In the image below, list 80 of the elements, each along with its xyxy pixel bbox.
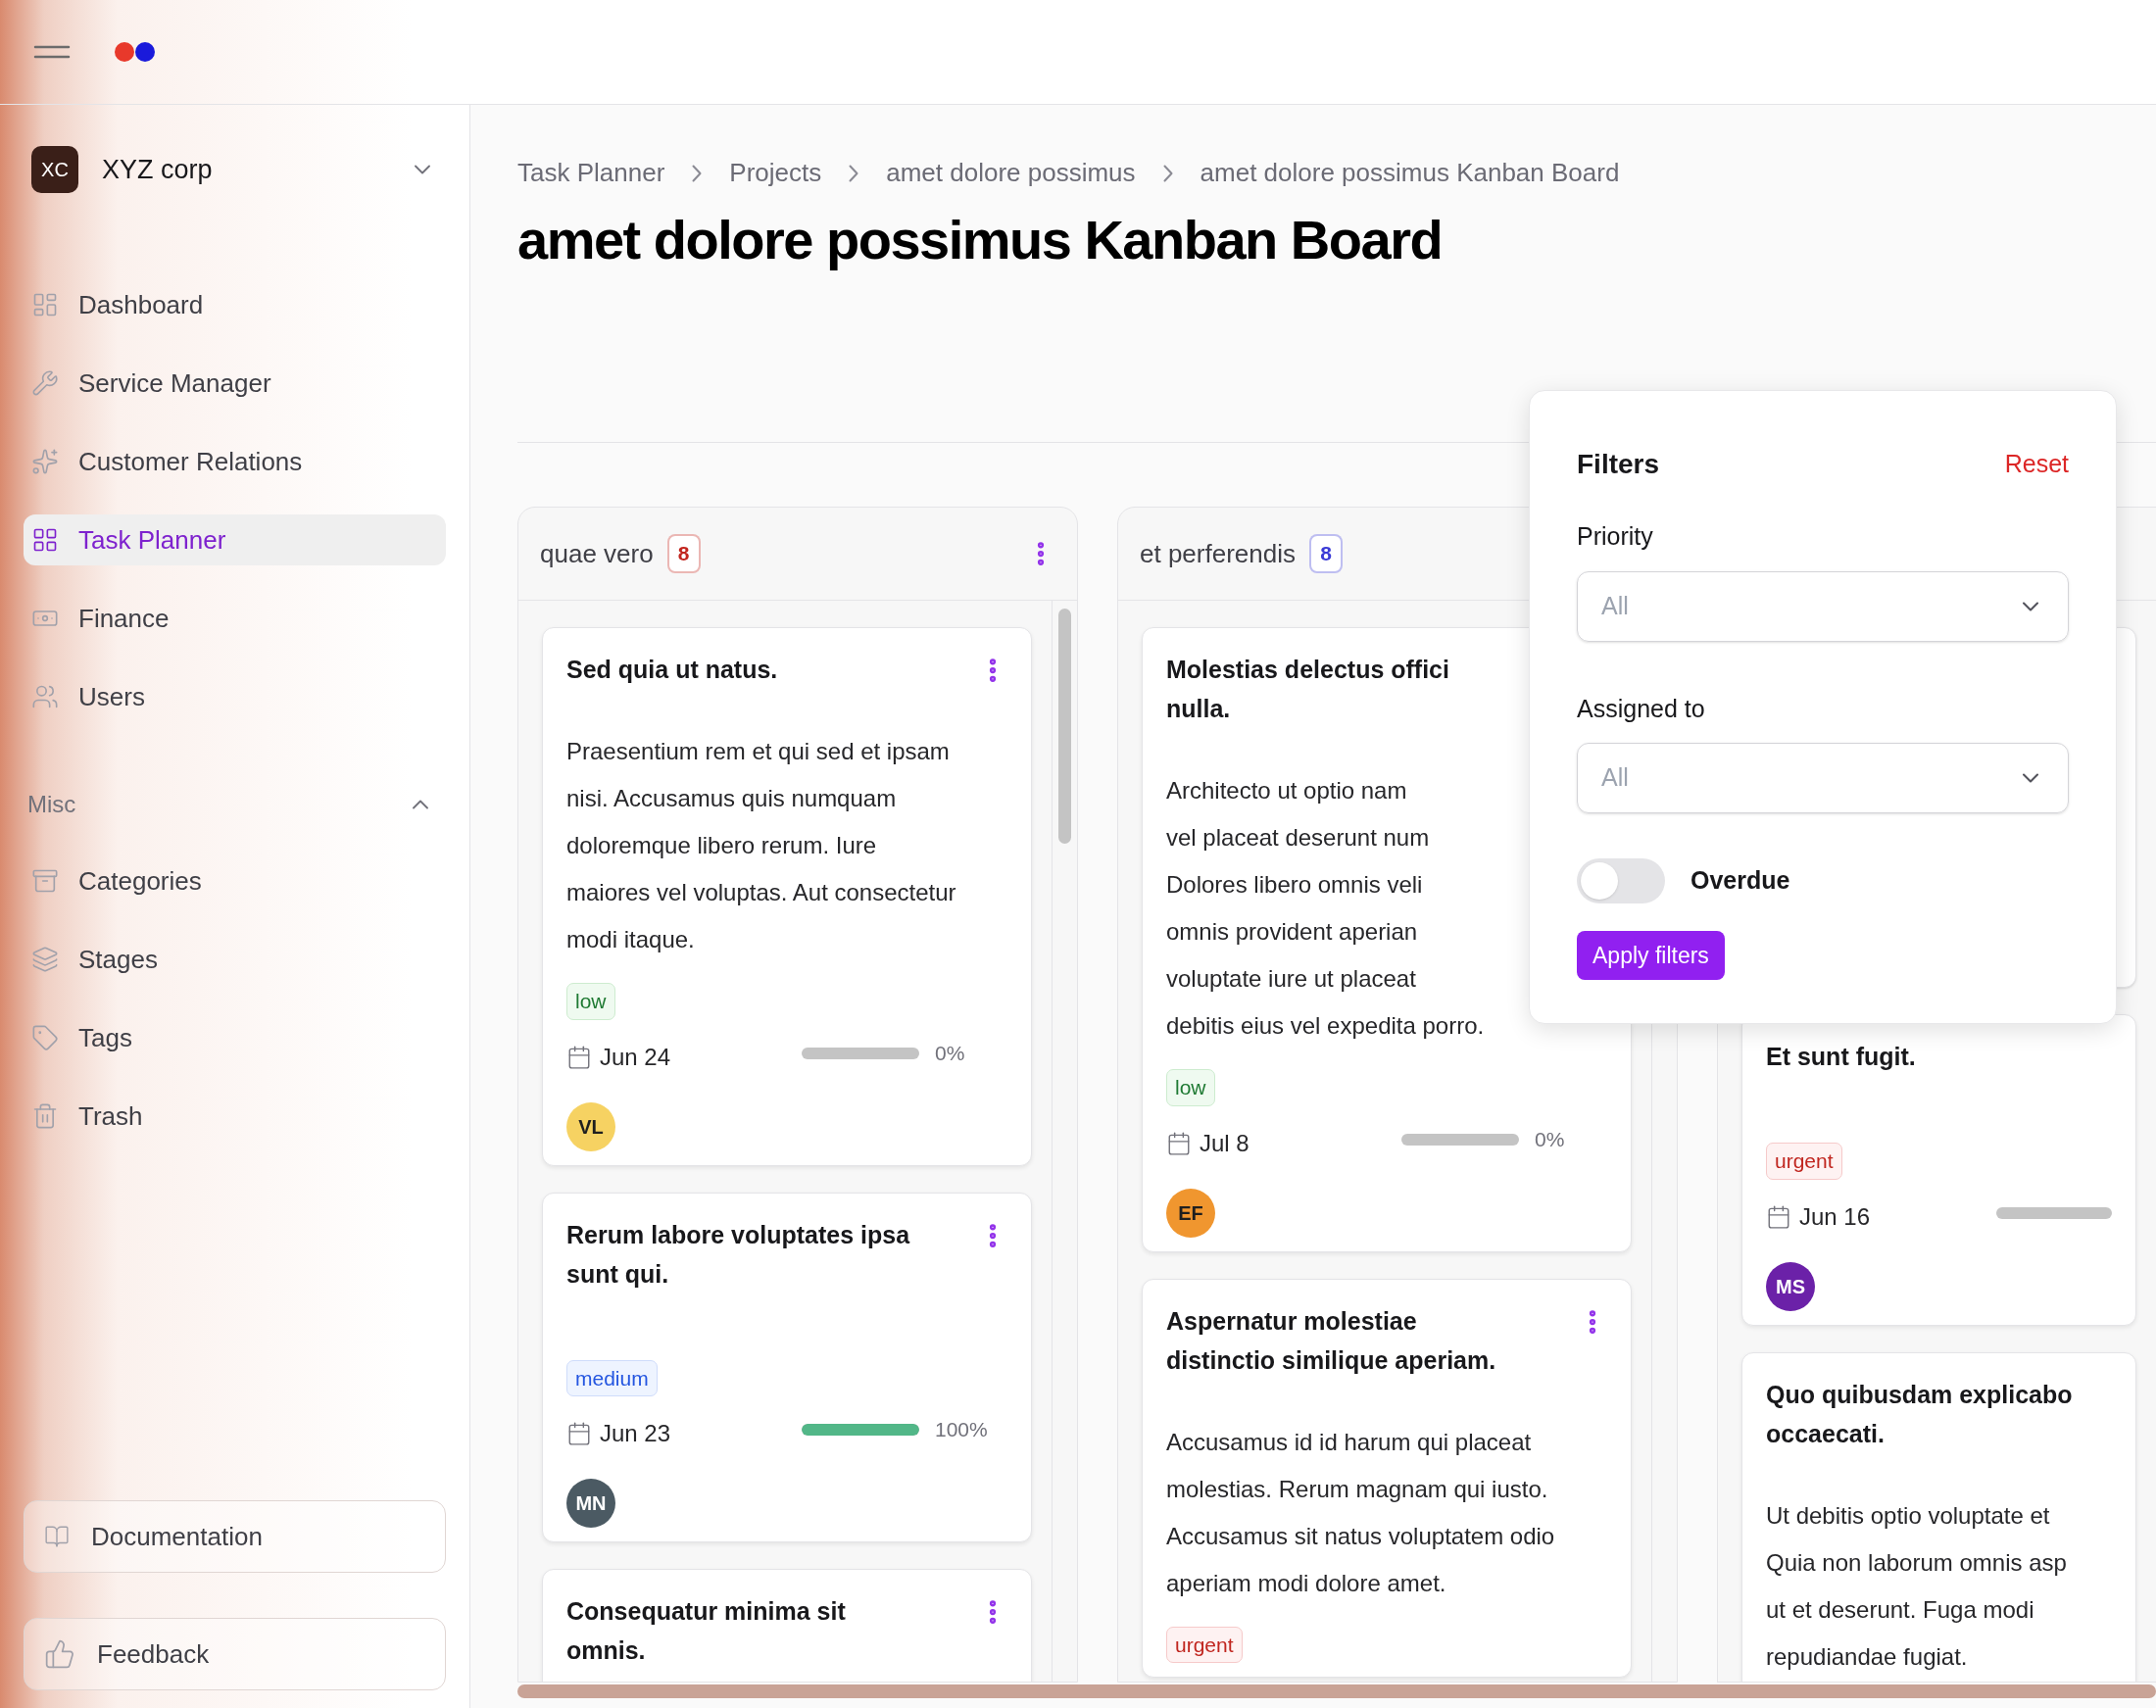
chevron-right-icon	[692, 164, 703, 182]
card-description: Architecto ut optio nam vel placeat deserunt num Dolores libero omnis veli omnis provident aperian voluptate iure ut placeat debitis eius vel expedita porro.	[1166, 776, 1485, 1041]
nav-item[interactable]: Trash	[24, 1091, 446, 1142]
nav-item[interactable]: Stages	[24, 934, 446, 985]
card-title: Aspernatur molestiae distinctio similique aperiam.	[1166, 1305, 1496, 1376]
nav-item[interactable]: Users	[24, 671, 446, 722]
thumbs-up-icon	[44, 1638, 75, 1670]
avatar: VL	[566, 1101, 615, 1151]
due-date: Jun 23	[600, 1419, 671, 1448]
card-description: Accusamus id id harum qui placeat molestias. Rerum magnam qui iusto. Accusamus sit natus voluptatem odio aperiam modi dolore amet.	[1166, 1427, 1555, 1598]
card-title: Sed quia ut natus.	[566, 655, 778, 685]
calendar-icon	[566, 1044, 592, 1070]
calendar-icon	[566, 1421, 592, 1446]
users-icon	[31, 683, 59, 710]
field-label: Priority	[1577, 521, 1654, 552]
priority-tag: medium	[566, 1359, 658, 1396]
due-date: Jun 16	[1799, 1201, 1871, 1232]
avatar: MS	[1766, 1261, 1815, 1311]
card-description: Praesentium rem et qui sed et ipsam nisi. Accusamus quis numquam doloremque libero rerum. Iure maiores vel voluptas. Aut consectetur modi itaque.	[566, 737, 956, 954]
column-title: et perferendis	[1140, 537, 1296, 570]
toggle-label: Overdue	[1690, 865, 1790, 897]
card-title: Rerum labore voluptates ipsa sunt qui.	[566, 1219, 910, 1290]
toggle-switch[interactable]	[1577, 858, 1665, 903]
nav-item[interactable]: Service Manager	[24, 358, 446, 409]
sparkles-icon	[31, 448, 59, 475]
apply-button[interactable]: Apply filters	[1577, 931, 1725, 980]
trash-icon	[31, 1102, 59, 1130]
nav-item[interactable]: Customer Relations	[24, 436, 446, 487]
nav-item[interactable]: Finance	[24, 593, 446, 644]
tag-icon	[31, 1024, 59, 1051]
avatar: MN	[566, 1479, 615, 1528]
nav-item[interactable]: Categories	[24, 855, 446, 906]
due-date: Jun 24	[600, 1042, 671, 1072]
org-name: XYZ corp	[102, 153, 214, 186]
priority-tag: low	[566, 983, 615, 1020]
section-label: Misc	[27, 790, 76, 819]
sidebar-button[interactable]: Documentation	[24, 1500, 446, 1573]
logo-icon	[114, 41, 157, 63]
grid-icon	[31, 526, 59, 554]
chevron-right-icon	[849, 164, 859, 182]
nav-item[interactable]: Dashboard	[24, 279, 446, 330]
priority-tag: urgent	[1166, 1626, 1243, 1663]
sidebar-button[interactable]: Feedback	[24, 1618, 446, 1690]
avatar: EF	[1166, 1188, 1215, 1238]
card-title: Et sunt fugit.	[1766, 1042, 1916, 1072]
nav-item[interactable]: Tags	[24, 1012, 446, 1063]
progress-percent: 0%	[1535, 1126, 1565, 1152]
popover-title: Filters	[1577, 448, 1660, 481]
page-title: amet dolore possimus Kanban Board	[517, 208, 1444, 272]
wrench-icon	[31, 369, 59, 397]
breadcrumb-link[interactable]: Task Planner	[517, 154, 665, 192]
count-badge: 8	[1309, 534, 1343, 573]
progress-percent: 100%	[935, 1417, 988, 1443]
scrollbar-thumb[interactable]	[1058, 609, 1071, 844]
progress-percent: 0%	[935, 1040, 965, 1066]
breadcrumb-link[interactable]: Projects	[729, 154, 822, 192]
org-avatar: XC	[31, 146, 78, 193]
field-label: Assigned to	[1577, 693, 1706, 724]
chevron-right-icon	[1162, 164, 1173, 182]
breadcrumb-link[interactable]: amet dolore possimus	[886, 154, 1136, 192]
card-title: Consequatur minima sit omnis.	[566, 1596, 846, 1666]
horizontal-scrollbar[interactable]	[517, 1684, 2156, 1698]
column-title: quae vero	[540, 537, 654, 570]
breadcrumb-link[interactable]: amet dolore possimus Kanban Board	[1200, 154, 1620, 192]
priority-tag: low	[1166, 1069, 1215, 1106]
card-title: Molestias delectus offici nulla.	[1166, 655, 1449, 724]
reset-link[interactable]: Reset	[2004, 446, 2069, 483]
count-badge: 8	[666, 534, 701, 573]
card-description: Ut debitis optio voluptate et Quia non laborum omnis asp ut et deserunt. Fuga modi repudiandae fugiat.	[1766, 1500, 2067, 1672]
calendar-icon	[1166, 1130, 1192, 1156]
box-icon	[31, 867, 59, 895]
book-icon	[44, 1524, 70, 1549]
dashboard-icon	[31, 291, 59, 318]
menu-icon[interactable]	[33, 44, 71, 60]
priority-tag: urgent	[1766, 1143, 1842, 1180]
card-title: Quo quibusdam explicabo occaecati.	[1766, 1379, 2073, 1449]
nav-item[interactable]: Task Planner	[24, 514, 446, 565]
calendar-icon	[1766, 1203, 1791, 1230]
layers-icon	[31, 946, 59, 973]
due-date: Jul 8	[1200, 1128, 1250, 1158]
